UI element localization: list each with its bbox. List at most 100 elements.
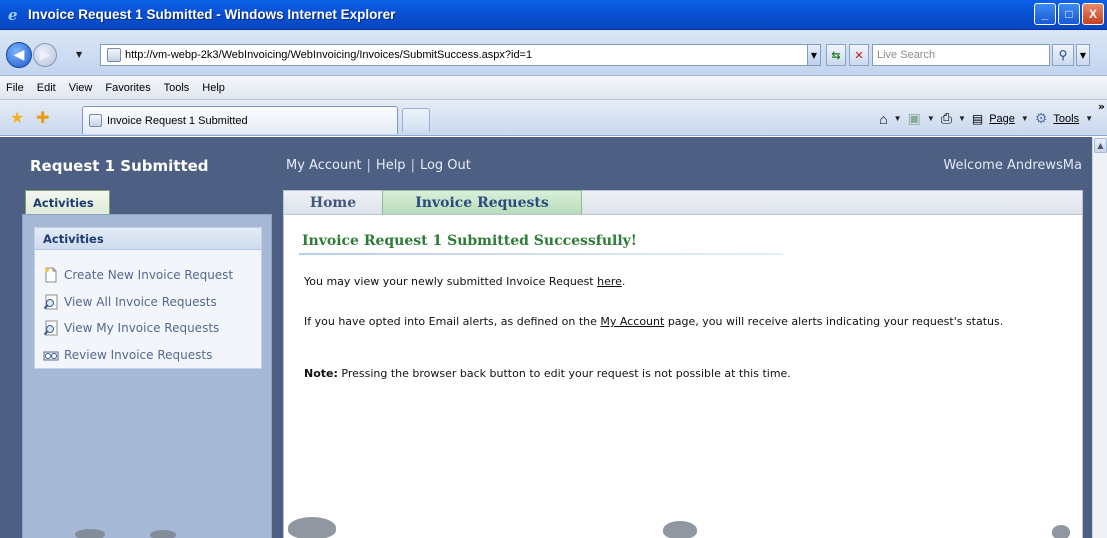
- search-icon[interactable]: ⚲: [1052, 44, 1074, 66]
- address-url[interactable]: http://vm-webp-2k3/WebInvoicing/WebInvoi…: [125, 49, 532, 61]
- link-separator: |: [366, 158, 371, 173]
- search-placeholder: Live Search: [877, 49, 936, 61]
- heading-divider: [299, 253, 783, 255]
- success-heading: Invoice Request 1 Submitted Successfully…: [302, 233, 637, 249]
- sidebar-item-label: Create New Invoice Request: [64, 268, 234, 283]
- tab-activities[interactable]: Activities: [25, 190, 110, 214]
- sidebar-item-label: View My Invoice Requests: [64, 321, 220, 336]
- address-dropdown-icon[interactable]: ▼: [807, 44, 821, 66]
- search-input[interactable]: Live Search: [872, 44, 1050, 66]
- home-icon[interactable]: ⌂: [879, 111, 887, 127]
- back-button[interactable]: ◀: [6, 42, 32, 68]
- activities-box: Activities Create New Invoice Request Vi…: [34, 227, 262, 369]
- sidebar-panel: Activities Create New Invoice Request Vi…: [22, 214, 272, 538]
- refresh-button[interactable]: ⇆: [826, 44, 846, 66]
- chevron-overflow-icon[interactable]: »: [1098, 100, 1105, 113]
- link-separator: |: [410, 158, 415, 173]
- menu-help[interactable]: Help: [202, 82, 225, 94]
- feeds-dropdown-icon[interactable]: ▼: [927, 114, 935, 123]
- web-page: Request 1 Submitted My Account | Help | …: [0, 137, 1092, 538]
- sidebar-item-create[interactable]: Create New Invoice Request: [43, 262, 261, 289]
- page-menu-icon: ▤: [971, 111, 984, 126]
- window-controls: _ □ X: [1034, 3, 1104, 25]
- page-dropdown-icon[interactable]: ▼: [1021, 114, 1029, 123]
- scroll-up-icon[interactable]: ▲: [1094, 138, 1107, 153]
- window-title: Invoice Request 1 Submitted - Windows In…: [28, 7, 396, 22]
- my-account-inline-link[interactable]: My Account: [600, 315, 664, 328]
- bottom-scribble: [663, 521, 697, 538]
- tab-label: Invoice Request 1 Submitted: [107, 114, 248, 127]
- content-panel: Invoice Request 1 Submitted Successfully…: [283, 214, 1083, 538]
- tab-bar: ★ ✚ Invoice Request 1 Submitted ⌂ ▼ ▣ ▼ …: [0, 100, 1107, 136]
- top-nav: My Account | Help | Log Out: [286, 158, 471, 173]
- menu-favorites[interactable]: Favorites: [105, 82, 150, 94]
- tools-dropdown-icon[interactable]: ▼: [1085, 114, 1093, 123]
- bottom-scribble: [288, 517, 336, 538]
- sidebar-item-label: View All Invoice Requests: [64, 294, 217, 309]
- review-icon: [43, 347, 59, 363]
- main-tab-strip: Home Invoice Requests: [283, 190, 1083, 214]
- view-request-paragraph: You may view your newly submitted Invoic…: [304, 275, 625, 289]
- paragraph-text: You may view your newly submitted Invoic…: [304, 275, 598, 288]
- close-button[interactable]: X: [1082, 3, 1104, 25]
- paragraph-text: Pressing the browser back button to edit…: [337, 367, 791, 380]
- favorites-star-icon[interactable]: ★: [10, 108, 24, 127]
- sidebar-item-view-mine[interactable]: View My Invoice Requests: [43, 315, 261, 342]
- sidebar-item-view-all[interactable]: View All Invoice Requests: [43, 289, 261, 316]
- tab-invoice-requests[interactable]: Invoice Requests: [382, 190, 582, 214]
- menu-tools[interactable]: Tools: [164, 82, 190, 94]
- sidebar-item-label: Review Invoice Requests: [64, 347, 213, 362]
- page-title: Request 1 Submitted: [30, 157, 209, 175]
- note-paragraph: Note: Pressing the browser back button t…: [304, 367, 791, 381]
- forward-button[interactable]: ▶: [33, 43, 57, 67]
- tools-menu-button[interactable]: Tools: [1053, 113, 1079, 125]
- menu-edit[interactable]: Edit: [37, 82, 56, 94]
- menu-bar: File Edit View Favorites Tools Help: [0, 76, 1107, 100]
- paragraph-text: .: [621, 275, 626, 288]
- search-options-dropdown-icon[interactable]: ▼: [1076, 44, 1090, 66]
- activities-heading: Activities: [35, 228, 261, 250]
- menu-file[interactable]: File: [6, 82, 24, 94]
- history-dropdown-icon[interactable]: ▼: [76, 50, 82, 59]
- bottom-scribble: [150, 530, 176, 538]
- magnifier-icon: [43, 320, 59, 336]
- here-link[interactable]: here: [597, 275, 622, 288]
- paragraph-text: page, you will receive alerts indicating…: [664, 315, 1004, 328]
- stop-button[interactable]: ✕: [849, 44, 869, 66]
- activities-list: Create New Invoice Request View All Invo…: [35, 250, 261, 368]
- gear-icon: ⚙: [1034, 110, 1048, 126]
- page-icon: [107, 48, 121, 62]
- print-icon[interactable]: ⎙: [941, 110, 952, 127]
- tab-invoice-request[interactable]: Invoice Request 1 Submitted: [82, 106, 398, 134]
- address-toolbar: ◀ ▶ ▼ http://vm-webp-2k3/WebInvoicing/We…: [0, 30, 1107, 76]
- vertical-scrollbar[interactable]: ▲: [1092, 137, 1107, 538]
- tab-home[interactable]: Home: [284, 191, 382, 214]
- paragraph-text: If you have opted into Email alerts, as …: [304, 315, 601, 328]
- minimize-button[interactable]: _: [1034, 3, 1056, 25]
- help-link[interactable]: Help: [376, 158, 406, 173]
- svg-text:e: e: [8, 7, 18, 23]
- home-dropdown-icon[interactable]: ▼: [894, 114, 902, 123]
- print-dropdown-icon[interactable]: ▼: [958, 114, 966, 123]
- feeds-icon[interactable]: ▣: [908, 110, 921, 127]
- command-bar: ⌂ ▼ ▣ ▼ ⎙ ▼ ▤ Page ▼ ⚙ Tools ▼: [879, 110, 1093, 127]
- ie-logo-icon: e: [6, 6, 24, 24]
- logout-link[interactable]: Log Out: [420, 158, 471, 173]
- email-alerts-paragraph: If you have opted into Email alerts, as …: [304, 315, 1064, 329]
- welcome-text: Welcome AndrewsMa: [943, 158, 1082, 173]
- note-label: Note:: [304, 367, 338, 380]
- page-menu-button[interactable]: Page: [989, 113, 1015, 125]
- page-icon: [89, 114, 102, 127]
- maximize-button[interactable]: □: [1058, 3, 1080, 25]
- address-field[interactable]: http://vm-webp-2k3/WebInvoicing/WebInvoi…: [100, 44, 816, 66]
- magnifier-icon: [43, 294, 59, 310]
- window-titlebar: e Invoice Request 1 Submitted - Windows …: [0, 0, 1107, 30]
- new-tab-button[interactable]: [402, 108, 430, 132]
- add-favorite-star-icon[interactable]: ✚: [36, 108, 49, 127]
- bottom-scribble: [75, 529, 105, 538]
- new-document-icon: [43, 267, 59, 283]
- sidebar-item-review[interactable]: Review Invoice Requests: [43, 342, 261, 369]
- my-account-link[interactable]: My Account: [286, 158, 362, 173]
- menu-view[interactable]: View: [69, 82, 93, 94]
- bottom-scribble: [1052, 525, 1070, 538]
